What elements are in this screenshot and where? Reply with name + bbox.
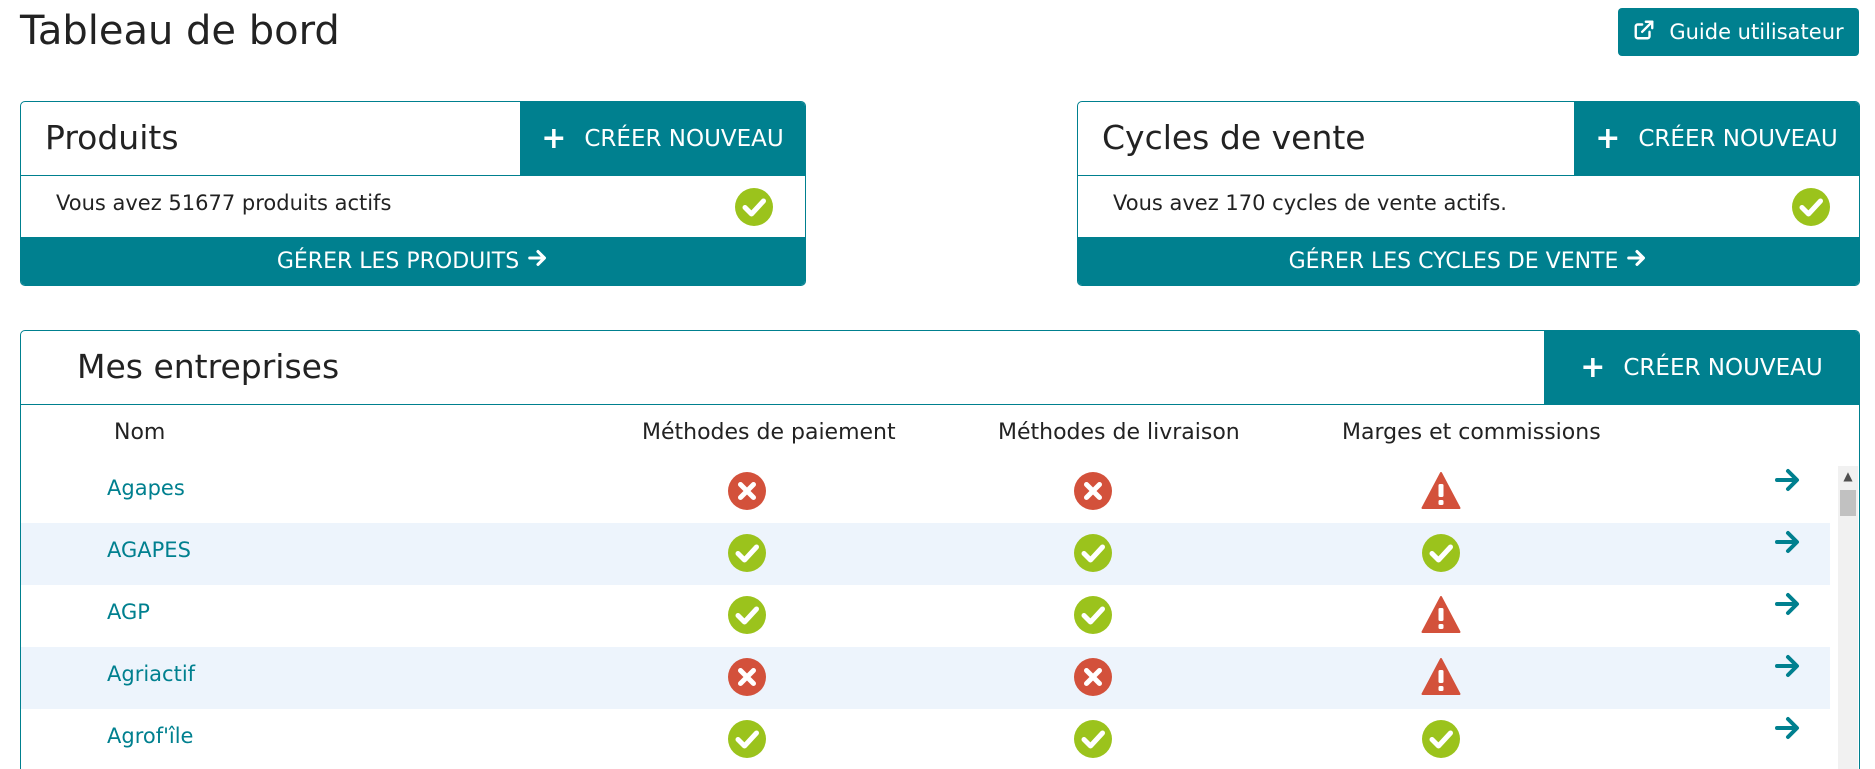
plus-icon: + [541,121,567,156]
table-row: AGP [21,585,1830,647]
company-name-link[interactable]: Agrof'île [107,724,193,748]
cross-icon [728,472,766,510]
arrow-right-icon[interactable] [1774,528,1802,556]
arrow-right-icon [1626,247,1648,275]
arrow-right-icon[interactable] [1774,714,1802,742]
check-icon [1074,720,1112,758]
sales-cycles-card-header: Cycles de vente + CRÉER NOUVEAU [1078,102,1859,176]
check-icon [735,188,773,226]
warning-icon [1421,472,1461,509]
column-header-margins: Marges et commissions [1342,420,1601,445]
products-card: Produits + CRÉER NOUVEAU Vous avez 51677… [20,101,806,286]
warning-icon [1421,658,1461,695]
arrow-right-icon[interactable] [1774,590,1802,618]
check-icon [1422,720,1460,758]
create-sales-cycle-button[interactable]: + CRÉER NOUVEAU [1574,102,1859,176]
table-row: Agriactif [21,647,1830,709]
products-card-body: Vous avez 51677 produits actifs [21,176,805,237]
plus-icon: + [1580,350,1606,385]
column-header-name: Nom [114,420,166,445]
manage-products-button[interactable]: GÉRER LES PRODUITS [21,237,805,285]
warning-icon [1421,596,1461,633]
table-row: AGAPES [21,523,1830,585]
create-product-label: CRÉER NOUVEAU [584,126,784,152]
products-summary: Vous avez 51677 produits actifs [56,191,392,215]
sales-cycles-card-body: Vous avez 170 cycles de vente actifs. [1078,176,1859,237]
sales-cycles-title: Cycles de vente [1102,118,1366,157]
check-icon [1074,596,1112,634]
table-scrollbar[interactable]: ▲ [1838,466,1858,769]
manage-products-label: GÉRER LES PRODUITS [276,248,520,274]
check-icon [728,720,766,758]
check-icon [1422,534,1460,572]
check-icon [728,534,766,572]
company-name-link[interactable]: AGP [107,600,150,624]
products-card-header: Produits + CRÉER NOUVEAU [21,102,805,176]
sales-cycles-summary: Vous avez 170 cycles de vente actifs. [1113,191,1507,215]
user-guide-button[interactable]: Guide utilisateur [1618,8,1859,56]
companies-title: Mes entreprises [77,347,340,386]
create-sales-cycle-label: CRÉER NOUVEAU [1638,126,1838,152]
company-name-link[interactable]: AGAPES [107,538,191,562]
scrollbar-thumb[interactable] [1840,490,1856,516]
products-title: Produits [45,118,179,157]
manage-sales-cycles-label: GÉRER LES CYCLES DE VENTE [1288,248,1619,274]
arrow-right-icon[interactable] [1774,466,1802,494]
companies-table-body: Agapes AGAPES AGP Agriactif Agrof'île [21,461,1830,769]
column-header-payment: Méthodes de paiement [642,420,896,445]
cross-icon [1074,472,1112,510]
company-name-link[interactable]: Agapes [107,476,185,500]
companies-card-header: Mes entreprises + CRÉER NOUVEAU [21,331,1859,405]
plus-icon: + [1595,121,1621,156]
sales-cycles-card: Cycles de vente + CRÉER NOUVEAU Vous ave… [1077,101,1860,286]
table-row: Agapes [21,461,1830,523]
create-company-button[interactable]: + CRÉER NOUVEAU [1544,331,1859,405]
user-guide-label: Guide utilisateur [1669,20,1844,44]
arrow-right-icon[interactable] [1774,652,1802,680]
check-icon [1792,188,1830,226]
check-icon [1074,534,1112,572]
table-row: Agrof'île [21,709,1830,769]
create-product-button[interactable]: + CRÉER NOUVEAU [520,102,805,176]
column-header-delivery: Méthodes de livraison [998,420,1240,445]
manage-sales-cycles-button[interactable]: GÉRER LES CYCLES DE VENTE [1078,237,1859,285]
company-name-link[interactable]: Agriactif [107,662,195,686]
cross-icon [1074,658,1112,696]
scroll-up-arrow-icon[interactable]: ▲ [1838,466,1858,486]
arrow-right-icon [527,247,549,275]
cross-icon [728,658,766,696]
check-icon [728,596,766,634]
external-link-icon [1633,19,1655,46]
create-company-label: CRÉER NOUVEAU [1623,355,1823,381]
page-title: Tableau de bord [20,8,340,54]
